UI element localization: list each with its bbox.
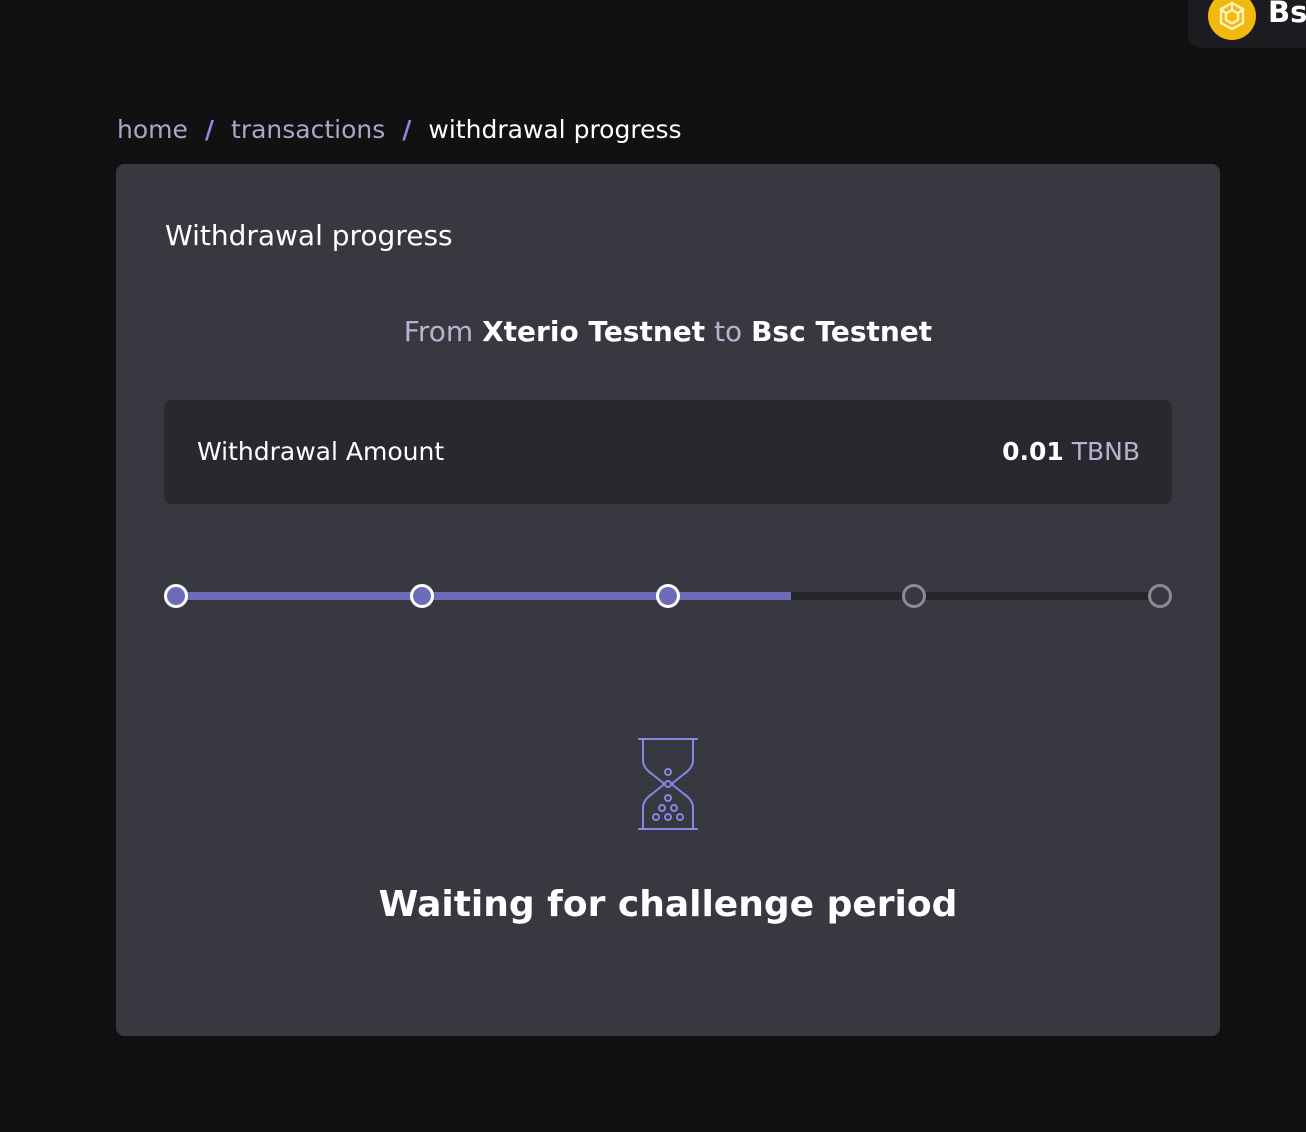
withdrawal-amount-label: Withdrawal Amount bbox=[197, 437, 445, 466]
progress-step-4 bbox=[902, 584, 926, 608]
breadcrumb-home-link[interactable]: home bbox=[117, 112, 188, 148]
route-from-network: Xterio Testnet bbox=[482, 315, 706, 348]
network-label: Bs bbox=[1268, 0, 1306, 29]
route-summary: From Xterio Testnet to Bsc Testnet bbox=[116, 312, 1220, 352]
breadcrumb-separator: / bbox=[204, 115, 215, 144]
status-message: Waiting for challenge period bbox=[378, 884, 958, 925]
amount-unit: TBNB bbox=[1071, 437, 1140, 466]
breadcrumb-separator: / bbox=[402, 115, 412, 144]
network-selector[interactable]: Bs bbox=[1188, 0, 1306, 48]
breadcrumb-current: withdrawal progress bbox=[428, 115, 682, 144]
withdrawal-amount-box: Withdrawal Amount 0.01 TBNB bbox=[164, 400, 1172, 504]
breadcrumb: home / transactions / withdrawal progres… bbox=[117, 112, 682, 148]
amount-number: 0.01 bbox=[1002, 437, 1064, 466]
progress-step-2 bbox=[410, 584, 434, 608]
bnb-coin-icon bbox=[1208, 0, 1256, 40]
withdrawal-progress-card: Withdrawal progress From Xterio Testnet … bbox=[116, 164, 1220, 1036]
withdrawal-amount-value: 0.01 TBNB bbox=[1002, 434, 1140, 470]
progress-step-3 bbox=[656, 584, 680, 608]
hourglass-icon bbox=[636, 736, 700, 832]
route-from-prefix: From bbox=[403, 315, 474, 348]
route-connector: to bbox=[714, 315, 743, 348]
breadcrumb-transactions-link[interactable]: transactions bbox=[231, 112, 385, 148]
progress-step-5 bbox=[1148, 584, 1172, 608]
progress-fill bbox=[176, 592, 791, 600]
progress-step-1 bbox=[164, 584, 188, 608]
card-title: Withdrawal progress bbox=[165, 219, 453, 252]
route-to-network: Bsc Testnet bbox=[751, 315, 933, 348]
